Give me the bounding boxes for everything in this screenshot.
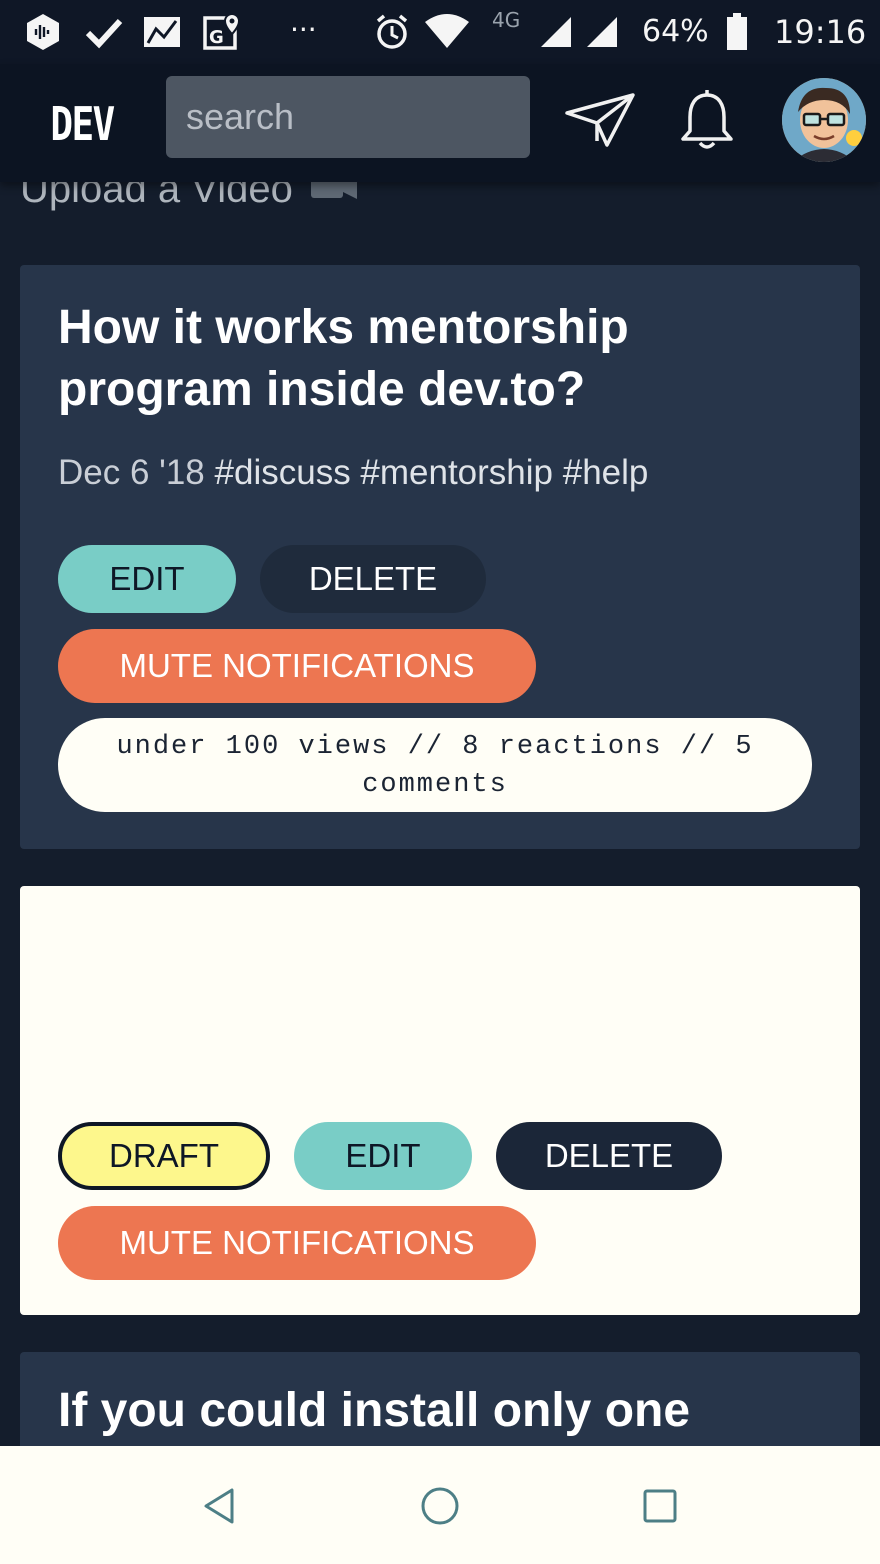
article-tags[interactable]: #discuss #mentorship #help (215, 453, 649, 492)
upload-video-link[interactable]: Upload a Video (20, 182, 359, 214)
dev-logo[interactable]: DEV (31, 80, 133, 168)
more-notifications: ··· (290, 13, 317, 46)
send-icon[interactable] (560, 88, 640, 152)
article-date: Dec 6 '18 (58, 453, 205, 492)
back-icon[interactable] (190, 1476, 250, 1536)
bell-icon[interactable] (674, 86, 740, 156)
video-camera-icon (307, 182, 359, 214)
battery-icon (722, 12, 752, 52)
draft-badge: DRAFT (58, 1122, 270, 1190)
mute-notifications-button[interactable]: MUTE NOTIFICATIONS (58, 629, 536, 703)
upload-video-label: Upload a Video (20, 182, 293, 211)
article-card: How it works mentorship program inside d… (20, 265, 860, 849)
delete-button[interactable]: DELETE (496, 1122, 722, 1190)
delete-button[interactable]: DELETE (260, 545, 486, 613)
network-type-label: 4G (492, 8, 521, 32)
edit-button[interactable]: EDIT (58, 545, 236, 613)
article-stats: under 100 views // 8 reactions // 5 comm… (58, 718, 812, 812)
battery-percent: 64% (642, 14, 709, 49)
alarm-icon (372, 12, 412, 52)
app-screen: G ··· 4G 64% 19:16 DEV search Upload a V… (0, 0, 880, 1564)
wifi-icon (422, 12, 472, 52)
maps-icon: G (200, 12, 244, 52)
system-nav-bar (0, 1446, 880, 1564)
signal-box-icon (140, 12, 184, 52)
article-card: If you could install only one (20, 1352, 860, 1446)
article-title[interactable]: If you could install only one (58, 1380, 828, 1442)
dashboard-feed[interactable]: Upload a Video How it works mentorship p… (0, 182, 880, 1446)
draft-article-card: DRAFT EDIT DELETE MUTE NOTIFICATIONS (20, 886, 860, 1315)
clock: 19:16 (774, 13, 867, 51)
edit-button[interactable]: EDIT (294, 1122, 472, 1190)
article-title[interactable]: How it works mentorship program inside d… (58, 297, 828, 421)
mute-notifications-button[interactable]: MUTE NOTIFICATIONS (58, 1206, 536, 1280)
article-meta: Dec 6 '18 #discuss #mentorship #help (58, 453, 648, 493)
cell-signal-icon (584, 12, 620, 52)
app-icon (22, 12, 64, 52)
home-icon[interactable] (410, 1476, 470, 1536)
check-icon (82, 12, 126, 52)
recents-icon[interactable] (630, 1476, 690, 1536)
status-bar: G ··· 4G 64% 19:16 (0, 0, 880, 64)
top-navbar: DEV (0, 64, 880, 182)
search-input[interactable] (166, 76, 530, 158)
cell-signal-icon (538, 12, 574, 52)
svg-text:G: G (209, 27, 224, 48)
avatar[interactable] (782, 78, 866, 162)
